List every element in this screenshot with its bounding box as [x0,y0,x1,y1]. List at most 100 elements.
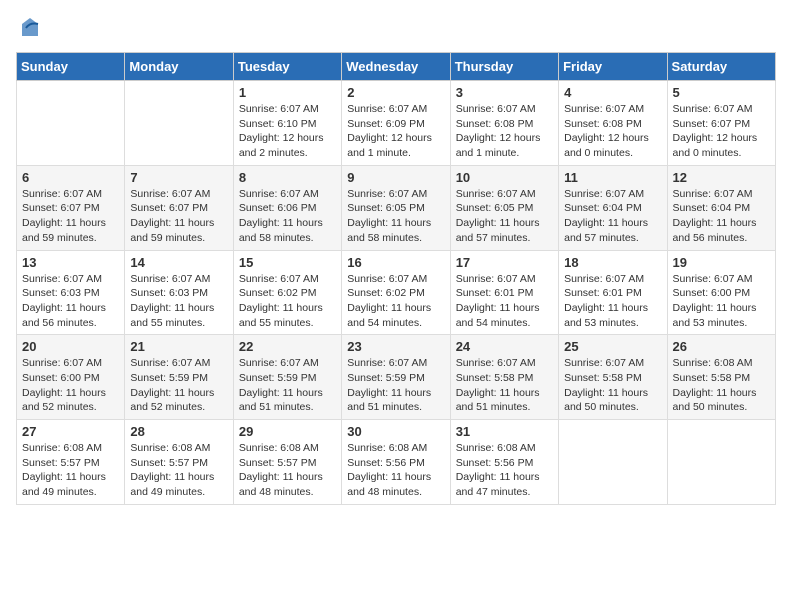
calendar-cell: 7 Sunrise: 6:07 AM Sunset: 6:07 PM Daylig… [125,165,233,250]
header-cell-friday: Friday [559,53,667,81]
day-number: 7 [130,170,227,185]
day-number: 1 [239,85,336,100]
day-number: 19 [673,255,770,270]
day-number: 30 [347,424,444,439]
day-number: 3 [456,85,553,100]
calendar-cell: 12Sunrise: 6:07 AM Sunset: 6:04 PM Dayli… [667,165,775,250]
day-number: 16 [347,255,444,270]
header-cell-wednesday: Wednesday [342,53,450,81]
calendar-cell: 6 Sunrise: 6:07 AM Sunset: 6:07 PM Daylig… [17,165,125,250]
day-info: Sunrise: 6:07 AM Sunset: 6:04 PM Dayligh… [564,187,661,246]
day-info: Sunrise: 6:07 AM Sunset: 6:09 PM Dayligh… [347,102,444,161]
calendar-cell [17,81,125,166]
day-info: Sunrise: 6:08 AM Sunset: 5:57 PM Dayligh… [239,441,336,500]
day-number: 15 [239,255,336,270]
calendar-table: SundayMondayTuesdayWednesdayThursdayFrid… [16,52,776,505]
day-number: 28 [130,424,227,439]
day-info: Sunrise: 6:08 AM Sunset: 5:56 PM Dayligh… [347,441,444,500]
day-number: 22 [239,339,336,354]
day-number: 24 [456,339,553,354]
calendar-body: 1 Sunrise: 6:07 AM Sunset: 6:10 PM Daylig… [17,81,776,505]
header-row: SundayMondayTuesdayWednesdayThursdayFrid… [17,53,776,81]
day-info: Sunrise: 6:07 AM Sunset: 6:07 PM Dayligh… [130,187,227,246]
day-info: Sunrise: 6:07 AM Sunset: 6:08 PM Dayligh… [564,102,661,161]
day-info: Sunrise: 6:07 AM Sunset: 5:59 PM Dayligh… [130,356,227,415]
day-info: Sunrise: 6:07 AM Sunset: 5:58 PM Dayligh… [456,356,553,415]
day-number: 13 [22,255,119,270]
day-info: Sunrise: 6:07 AM Sunset: 6:07 PM Dayligh… [22,187,119,246]
calendar-cell [125,81,233,166]
day-number: 9 [347,170,444,185]
calendar-cell: 23 Sunrise: 6:07 AM Sunset: 5:59 PM Dayli… [342,335,450,420]
calendar-week-1: 1 Sunrise: 6:07 AM Sunset: 6:10 PM Daylig… [17,81,776,166]
day-info: Sunrise: 6:07 AM Sunset: 6:06 PM Dayligh… [239,187,336,246]
calendar-cell: 29Sunrise: 6:08 AM Sunset: 5:57 PM Dayli… [233,420,341,505]
calendar-cell: 5 Sunrise: 6:07 AM Sunset: 6:07 PM Daylig… [667,81,775,166]
day-number: 27 [22,424,119,439]
calendar-cell: 2Sunrise: 6:07 AM Sunset: 6:09 PM Daylig… [342,81,450,166]
calendar-cell: 24 Sunrise: 6:07 AM Sunset: 5:58 PM Dayli… [450,335,558,420]
day-number: 6 [22,170,119,185]
day-info: Sunrise: 6:07 AM Sunset: 6:07 PM Dayligh… [673,102,770,161]
calendar-cell: 20 Sunrise: 6:07 AM Sunset: 6:00 PM Dayli… [17,335,125,420]
day-info: Sunrise: 6:07 AM Sunset: 6:08 PM Dayligh… [456,102,553,161]
day-info: Sunrise: 6:07 AM Sunset: 5:59 PM Dayligh… [347,356,444,415]
day-info: Sunrise: 6:08 AM Sunset: 5:57 PM Dayligh… [22,441,119,500]
calendar-cell: 25 Sunrise: 6:07 AM Sunset: 5:58 PM Dayli… [559,335,667,420]
day-number: 23 [347,339,444,354]
calendar-cell: 16 Sunrise: 6:07 AM Sunset: 6:02 PM Dayli… [342,250,450,335]
day-info: Sunrise: 6:07 AM Sunset: 6:01 PM Dayligh… [456,272,553,331]
day-info: Sunrise: 6:07 AM Sunset: 6:05 PM Dayligh… [347,187,444,246]
calendar-cell: 28Sunrise: 6:08 AM Sunset: 5:57 PM Dayli… [125,420,233,505]
calendar-cell: 9 Sunrise: 6:07 AM Sunset: 6:05 PM Daylig… [342,165,450,250]
calendar-cell [559,420,667,505]
logo-icon [18,16,42,40]
calendar-cell: 13Sunrise: 6:07 AM Sunset: 6:03 PM Dayli… [17,250,125,335]
calendar-cell [667,420,775,505]
calendar-cell: 31 Sunrise: 6:08 AM Sunset: 5:56 PM Dayli… [450,420,558,505]
day-number: 17 [456,255,553,270]
day-number: 11 [564,170,661,185]
page-header [16,16,776,40]
day-number: 10 [456,170,553,185]
header-cell-thursday: Thursday [450,53,558,81]
day-number: 18 [564,255,661,270]
calendar-cell: 27 Sunrise: 6:08 AM Sunset: 5:57 PM Dayli… [17,420,125,505]
day-number: 8 [239,170,336,185]
calendar-cell: 11 Sunrise: 6:07 AM Sunset: 6:04 PM Dayli… [559,165,667,250]
day-number: 31 [456,424,553,439]
calendar-cell: 30 Sunrise: 6:08 AM Sunset: 5:56 PM Dayli… [342,420,450,505]
calendar-header: SundayMondayTuesdayWednesdayThursdayFrid… [17,53,776,81]
calendar-cell: 21 Sunrise: 6:07 AM Sunset: 5:59 PM Dayli… [125,335,233,420]
day-info: Sunrise: 6:07 AM Sunset: 6:01 PM Dayligh… [564,272,661,331]
header-cell-tuesday: Tuesday [233,53,341,81]
day-info: Sunrise: 6:07 AM Sunset: 6:02 PM Dayligh… [347,272,444,331]
day-number: 25 [564,339,661,354]
header-cell-monday: Monday [125,53,233,81]
day-number: 20 [22,339,119,354]
header-cell-saturday: Saturday [667,53,775,81]
day-info: Sunrise: 6:07 AM Sunset: 6:05 PM Dayligh… [456,187,553,246]
day-info: Sunrise: 6:07 AM Sunset: 6:00 PM Dayligh… [22,356,119,415]
header-cell-sunday: Sunday [17,53,125,81]
calendar-week-4: 20 Sunrise: 6:07 AM Sunset: 6:00 PM Dayli… [17,335,776,420]
calendar-cell: 19 Sunrise: 6:07 AM Sunset: 6:00 PM Dayli… [667,250,775,335]
day-info: Sunrise: 6:07 AM Sunset: 5:59 PM Dayligh… [239,356,336,415]
day-info: Sunrise: 6:07 AM Sunset: 6:10 PM Dayligh… [239,102,336,161]
calendar-week-5: 27 Sunrise: 6:08 AM Sunset: 5:57 PM Dayli… [17,420,776,505]
calendar-cell: 22 Sunrise: 6:07 AM Sunset: 5:59 PM Dayli… [233,335,341,420]
day-number: 21 [130,339,227,354]
day-info: Sunrise: 6:08 AM Sunset: 5:58 PM Dayligh… [673,356,770,415]
day-number: 5 [673,85,770,100]
calendar-cell: 14Sunrise: 6:07 AM Sunset: 6:03 PM Dayli… [125,250,233,335]
day-number: 4 [564,85,661,100]
calendar-cell: 10 Sunrise: 6:07 AM Sunset: 6:05 PM Dayli… [450,165,558,250]
calendar-week-2: 6 Sunrise: 6:07 AM Sunset: 6:07 PM Daylig… [17,165,776,250]
calendar-cell: 4 Sunrise: 6:07 AM Sunset: 6:08 PM Daylig… [559,81,667,166]
day-info: Sunrise: 6:07 AM Sunset: 6:00 PM Dayligh… [673,272,770,331]
calendar-cell: 1 Sunrise: 6:07 AM Sunset: 6:10 PM Daylig… [233,81,341,166]
calendar-cell: 18 Sunrise: 6:07 AM Sunset: 6:01 PM Dayli… [559,250,667,335]
calendar-cell: 17 Sunrise: 6:07 AM Sunset: 6:01 PM Dayli… [450,250,558,335]
day-info: Sunrise: 6:08 AM Sunset: 5:56 PM Dayligh… [456,441,553,500]
day-info: Sunrise: 6:07 AM Sunset: 5:58 PM Dayligh… [564,356,661,415]
